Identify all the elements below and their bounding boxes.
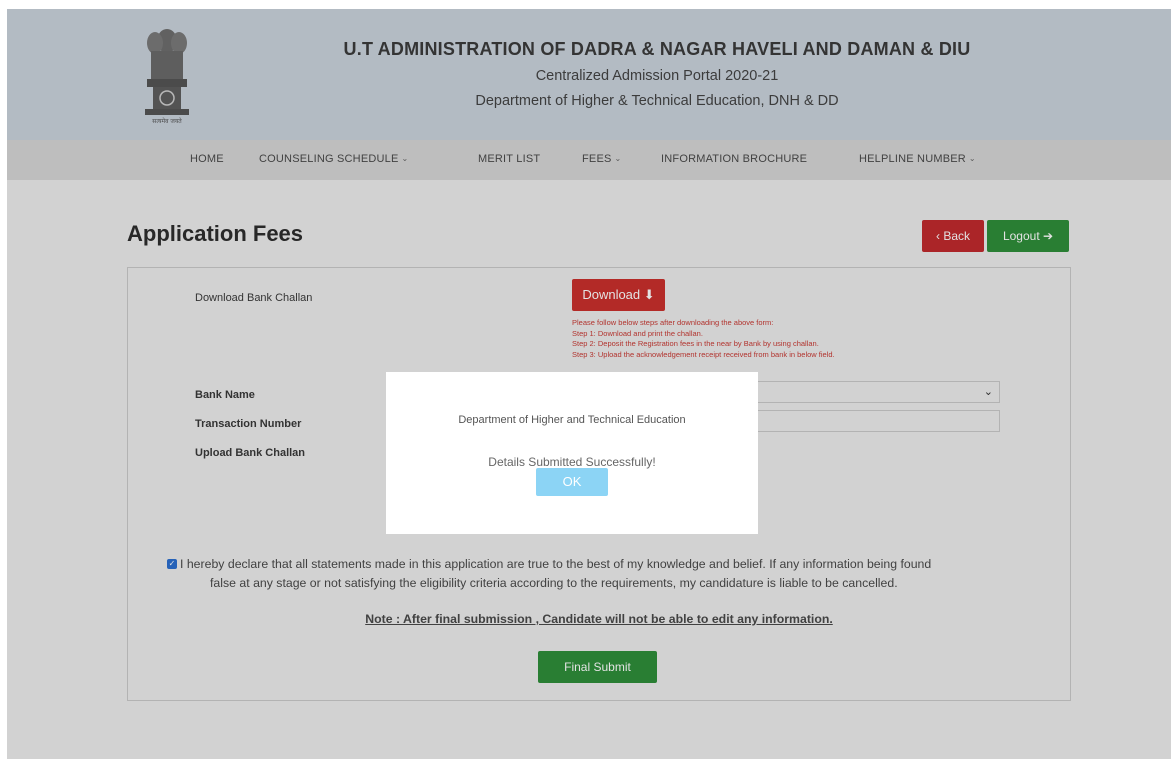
success-dialog: Department of Higher and Technical Educa… <box>386 372 758 534</box>
ok-button[interactable]: OK <box>536 468 608 496</box>
dialog-title: Department of Higher and Technical Educa… <box>458 414 686 426</box>
dialog-message: Details Submitted Successfully! <box>488 455 656 469</box>
app-frame: सत्यमेव जयते U.T ADMINISTRATION OF DADRA… <box>7 9 1171 759</box>
